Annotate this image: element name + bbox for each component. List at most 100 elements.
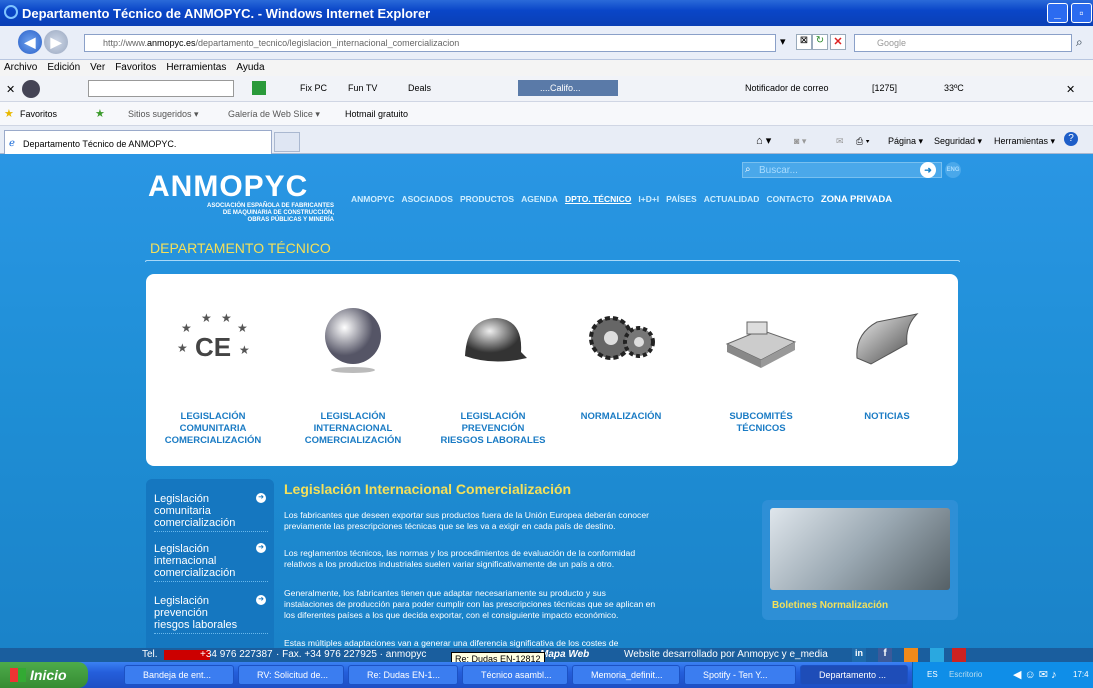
add-favorite-icon[interactable]: ★ [95, 107, 105, 120]
sidebar-item-label: Legislación [154, 493, 210, 505]
category-normalizacion[interactable]: NORMALIZACIÓN [566, 304, 676, 423]
site-search-input[interactable]: ⌕ Buscar... [742, 162, 942, 178]
paragraph-line: los diferentes países a los que decida e… [284, 610, 619, 620]
nav-asociados[interactable]: ASOCIADOS [401, 194, 452, 205]
category-legislacion-internacional[interactable]: LEGISLACIÓN INTERNACIONAL COMERCIALIZACIÓN [298, 304, 408, 447]
main-nav: ANMOPYC ASOCIADOS PRODUCTOS AGENDA DPTO.… [351, 194, 892, 205]
toolbar-search-input[interactable] [88, 80, 234, 97]
close-icon[interactable]: ✕ [1066, 83, 1075, 96]
menu-tools[interactable]: Herramientas [166, 60, 226, 76]
menu-help[interactable]: Ayuda [236, 60, 264, 76]
tray-icons[interactable]: ◀ ☺ ✉ ♪ [1013, 668, 1057, 681]
paragraph-2: Los reglamentos técnicos, las normas y l… [284, 548, 754, 570]
rss-icon[interactable] [904, 648, 918, 662]
help-icon[interactable]: ? [1064, 132, 1078, 146]
start-button[interactable]: Inicio [0, 662, 88, 688]
favorites-button[interactable]: Favoritos [20, 109, 57, 119]
bulletin-box[interactable]: Boletines Normalización [762, 500, 958, 620]
minimize-button[interactable]: _ [1047, 3, 1068, 23]
address-toolbar: ◀ ▶ http://www.anmopyc.es/departamento_t… [0, 26, 1093, 60]
fav-suggested[interactable]: Sitios sugeridos ▾ [128, 109, 199, 120]
security-menu[interactable]: Seguridad ▾ [934, 136, 982, 147]
nav-contacto[interactable]: CONTACTO [766, 194, 813, 205]
star-icon: ★ [4, 108, 14, 120]
menu-favorites[interactable]: Favoritos [115, 60, 156, 76]
svg-text:CE: CE [195, 332, 231, 362]
compat-view-icon[interactable]: ⊠ [796, 34, 812, 50]
url-input[interactable]: http://www.anmopyc.es/departamento_tecni… [84, 34, 776, 52]
tools-menu[interactable]: Herramientas ▾ [994, 136, 1055, 147]
category-label: LEGISLACIÓN [460, 411, 526, 422]
deals-button[interactable]: Deals [408, 83, 431, 93]
svg-text:★: ★ [201, 311, 212, 325]
fav-hotmail[interactable]: Hotmail gratuito [345, 109, 408, 119]
fav-webslice[interactable]: Galería de Web Slice ▾ [228, 109, 320, 120]
lang-eng-button[interactable]: ENG [945, 162, 961, 178]
forward-button[interactable]: ▶ [44, 30, 68, 54]
weather-location[interactable]: ....Califo... [518, 80, 618, 96]
category-noticias[interactable]: NOTICIAS [832, 304, 942, 423]
taskbar-item-rv[interactable]: RV: Solicitud de... [238, 665, 344, 685]
nav-actualidad[interactable]: ACTUALIDAD [704, 194, 760, 205]
category-legislacion-comunitaria[interactable]: CE ★ ★ ★ ★ ★ ★ LEGISLACIÓN COMUNITARIA COMERCIA… [158, 304, 268, 447]
tab-active[interactable]: ℯ Departamento Técnico de ANMOPYC. [4, 130, 272, 154]
fixpc-button[interactable]: Fix PC [300, 83, 327, 93]
tray-language[interactable]: ES [927, 670, 938, 679]
nav-zona-privada[interactable]: ZONA PRIVADA [821, 194, 892, 205]
footer-mapa-link[interactable]: Mapa Web [540, 649, 589, 660]
paragraph-line: relativos a los productos industriales s… [284, 559, 615, 569]
linkedin-icon[interactable]: in [852, 648, 866, 662]
menu-file[interactable]: Archivo [4, 60, 37, 76]
search-go-icon[interactable]: ➜ [920, 162, 936, 178]
new-tab-button[interactable] [274, 132, 300, 152]
site-logo[interactable]: ANMOPYC [148, 170, 308, 204]
stop-icon[interactable]: ✕ [830, 34, 846, 50]
funtv-button[interactable]: Fun TV [348, 83, 377, 93]
sidebar-item-prevencion[interactable]: Legislación prevención riesgos laborales ➜ [154, 595, 268, 634]
nav-productos[interactable]: PRODUCTOS [460, 194, 514, 205]
footer-dev[interactable]: Website desarrollado por Anmopyc y e_med… [624, 649, 828, 660]
refresh-icon[interactable]: ↻ [812, 34, 828, 50]
sidebar-item-label: comercialización [154, 517, 236, 529]
menu-edit[interactable]: Edición [47, 60, 80, 76]
category-legislacion-prevencion[interactable]: LEGISLACIÓN PREVENCIÓN RIESGOS LABORALES [438, 304, 548, 447]
back-button[interactable]: ◀ [18, 30, 42, 54]
logo-sub-line1: ASOCIACIÓN ESPAÑOLA DE FABRICANTES [206, 203, 334, 209]
youtube-icon[interactable] [952, 648, 966, 662]
section-divider [145, 260, 960, 262]
counter-badge[interactable]: [1275] [872, 83, 897, 93]
helmet-icon [465, 318, 527, 362]
nav-dpto-tecnico[interactable]: DPTO. TÉCNICO [565, 194, 631, 205]
search-input[interactable]: Google [854, 34, 1072, 52]
menu-view[interactable]: Ver [90, 60, 105, 76]
feeds-icon[interactable]: ◙ ▾ [794, 136, 806, 147]
dropdown-arrow-icon[interactable]: ▾ [780, 35, 786, 48]
category-subcomites[interactable]: SUBCOMITÉS TÉCNICOS [706, 304, 816, 435]
nav-anmopyc[interactable]: ANMOPYC [351, 194, 394, 205]
play-icon[interactable] [252, 81, 266, 95]
taskbar-item-tecnico[interactable]: Técnico asambl... [462, 665, 568, 685]
temperature[interactable]: 33ºC [944, 83, 964, 93]
taskbar-item-outlook[interactable]: Bandeja de ent... [124, 665, 234, 685]
clock[interactable]: 17:4 [1073, 670, 1089, 679]
taskbar-item-ie[interactable]: Departamento ... [800, 665, 908, 685]
maximize-button[interactable]: ▫ [1071, 3, 1092, 23]
mail-icon[interactable]: ✉ [836, 136, 844, 147]
nav-paises[interactable]: PAÍSES [666, 194, 697, 205]
search-icon[interactable]: ⌕ [1076, 35, 1083, 50]
taskbar-item-re-dudas[interactable]: Re: Dudas EN-1... [348, 665, 458, 685]
taskbar-item-spotify[interactable]: Spotify - Ten Y... [684, 665, 796, 685]
home-icon[interactable]: ⌂ ▾ [756, 134, 771, 147]
close-toolbar-icon[interactable]: ✕ [6, 83, 15, 96]
twitter-icon[interactable] [930, 648, 944, 662]
page-menu[interactable]: Página ▾ [888, 136, 923, 147]
mail-notifier-button[interactable]: Notificador de correo [745, 83, 829, 93]
sidebar-item-comunitaria[interactable]: Legislación comunitaria comercialización ➜ [154, 493, 268, 532]
nav-agenda[interactable]: AGENDA [521, 194, 558, 205]
print-icon[interactable]: ⎙ ▾ [856, 136, 869, 147]
tray-desktop[interactable]: Escritorio [949, 670, 982, 679]
facebook-icon[interactable]: f [878, 648, 892, 662]
sidebar-item-internacional[interactable]: Legislación internacional comercialización… [154, 543, 268, 582]
nav-idi[interactable]: I+D+I [638, 194, 659, 205]
taskbar-item-memoria[interactable]: Memoria_definit... [572, 665, 680, 685]
